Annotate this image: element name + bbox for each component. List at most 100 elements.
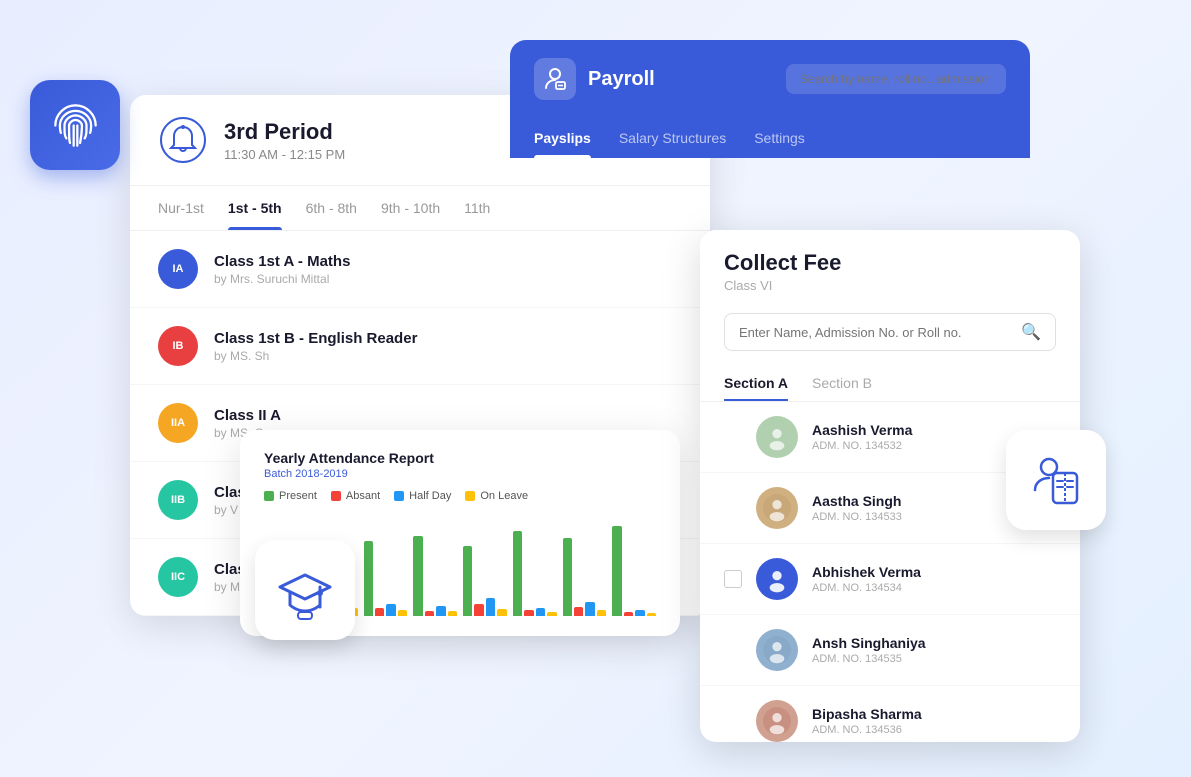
- tab-6th-8th[interactable]: 6th - 8th: [306, 186, 357, 230]
- bar-group: [513, 531, 557, 616]
- payroll-card: Payroll Payslips Salary Structures Setti…: [510, 40, 1030, 158]
- halfday-bar: [536, 608, 545, 616]
- list-item[interactable]: IB Class 1st B - English Reader by MS. S…: [130, 308, 710, 385]
- graduation-badge: [255, 540, 355, 640]
- class-badge-2c: IIC: [158, 557, 198, 597]
- student-name: Aashish Verma: [812, 422, 912, 438]
- student-adm: ADM. NO. 134533: [812, 511, 902, 523]
- fee-section-tabs: Section A Section B: [700, 365, 1080, 402]
- leave-bar: [547, 612, 556, 616]
- avatar-placeholder-icon: [763, 423, 791, 451]
- legend-leave-label: On Leave: [480, 490, 528, 502]
- chart-legend: Present Absant Half Day On Leave: [264, 490, 656, 502]
- class-badge-2b: IIB: [158, 480, 198, 520]
- student-avatar: [756, 700, 798, 742]
- leave-bar: [497, 609, 506, 616]
- list-item[interactable]: IA Class 1st A - Maths by Mrs. Suruchi M…: [130, 231, 710, 308]
- payroll-search-input[interactable]: [786, 64, 1006, 94]
- halfday-bar: [386, 604, 395, 616]
- bell-icon: [158, 115, 208, 165]
- tab-settings[interactable]: Settings: [754, 118, 805, 158]
- avatar-placeholder-icon: [763, 636, 791, 664]
- student-name: Abhishek Verma: [812, 564, 921, 580]
- halfday-bar: [436, 606, 445, 616]
- chart-title: Yearly Attendance Report: [264, 450, 656, 466]
- present-bar: [563, 538, 572, 616]
- class-badge-1b: IB: [158, 326, 198, 366]
- leave-bar: [398, 610, 407, 616]
- halfday-bar: [635, 610, 644, 616]
- class-info-1a: Class 1st A - Maths by Mrs. Suruchi Mitt…: [214, 253, 350, 286]
- list-item[interactable]: Ansh Singhaniya ADM. NO. 134535: [700, 615, 1080, 686]
- present-bar: [463, 546, 472, 616]
- legend-halfday: Half Day: [394, 490, 451, 502]
- list-item[interactable]: Abhishek Verma ADM. NO. 134534: [700, 544, 1080, 615]
- halfday-dot: [394, 491, 404, 501]
- leave-bar: [597, 610, 606, 616]
- collect-fee-subtitle: Class VI: [724, 278, 1056, 293]
- student-name: Bipasha Sharma: [812, 706, 922, 722]
- fingerprint-badge: [30, 80, 120, 170]
- tab-salary-structures[interactable]: Salary Structures: [619, 118, 726, 158]
- present-bar: [513, 531, 522, 616]
- chart-subtitle: Batch 2018-2019: [264, 468, 656, 480]
- payroll-icon-wrap: [534, 58, 576, 100]
- period-info: 3rd Period 11:30 AM - 12:15 PM: [224, 119, 345, 162]
- legend-leave: On Leave: [465, 490, 528, 502]
- grade-tabs: Nur-1st 1st - 5th 6th - 8th 9th - 10th 1…: [130, 186, 710, 231]
- student-info: Abhishek Verma ADM. NO. 134534: [812, 564, 921, 594]
- legend-absent-label: Absant: [346, 490, 380, 502]
- student-info: Ansh Singhaniya ADM. NO. 134535: [812, 635, 926, 665]
- tab-11th[interactable]: 11th: [464, 186, 490, 230]
- halfday-bar: [585, 602, 594, 616]
- leave-dot: [465, 491, 475, 501]
- student-name: Ansh Singhaniya: [812, 635, 926, 651]
- leave-bar: [448, 611, 457, 616]
- tab-nur-1st[interactable]: Nur-1st: [158, 186, 204, 230]
- student-info: Bipasha Sharma ADM. NO. 134536: [812, 706, 922, 736]
- absent-bar: [524, 610, 533, 616]
- student-info: Aastha Singh ADM. NO. 134533: [812, 493, 902, 523]
- class-info-1b: Class 1st B - English Reader by MS. Sh: [214, 330, 417, 363]
- legend-present-label: Present: [279, 490, 317, 502]
- tab-payslips[interactable]: Payslips: [534, 118, 591, 158]
- payroll-tabs: Payslips Salary Structures Settings: [510, 118, 1030, 158]
- payroll-header: Payroll: [510, 40, 1030, 118]
- halfday-bar: [486, 598, 495, 616]
- student-checkbox[interactable]: [724, 570, 742, 588]
- bar-group: [612, 526, 656, 616]
- search-icon: 🔍: [1021, 322, 1041, 342]
- bar-group: [364, 541, 408, 616]
- class-name: Class 1st A - Maths: [214, 253, 350, 270]
- payroll-icon: [542, 66, 568, 92]
- tab-section-b[interactable]: Section B: [812, 365, 872, 401]
- avatar-placeholder-icon: [763, 707, 791, 735]
- reader-icon: [1021, 445, 1091, 515]
- fee-search-bar[interactable]: 🔍: [724, 313, 1056, 351]
- leave-bar: [647, 613, 656, 616]
- tab-section-a[interactable]: Section A: [724, 365, 788, 401]
- tab-1st-5th[interactable]: 1st - 5th: [228, 186, 282, 230]
- class-teacher: by Mrs. Suruchi Mittal: [214, 272, 350, 286]
- bar-group: [463, 546, 507, 616]
- graduation-cap-icon: [270, 555, 340, 625]
- absent-bar: [474, 604, 483, 616]
- tab-9th-10th[interactable]: 9th - 10th: [381, 186, 440, 230]
- student-avatar: [756, 416, 798, 458]
- student-avatar: [756, 629, 798, 671]
- student-adm: ADM. NO. 134532: [812, 440, 912, 452]
- student-avatar: [756, 487, 798, 529]
- list-item[interactable]: Bipasha Sharma ADM. NO. 134536: [700, 686, 1080, 742]
- legend-halfday-label: Half Day: [409, 490, 451, 502]
- student-info: Aashish Verma ADM. NO. 134532: [812, 422, 912, 452]
- present-dot: [264, 491, 274, 501]
- fee-search-input[interactable]: [739, 325, 1013, 340]
- present-bar: [364, 541, 373, 616]
- present-bar: [413, 536, 422, 616]
- class-name: Class II A: [214, 407, 281, 424]
- reader-badge: [1006, 430, 1106, 530]
- collect-fee-title: Collect Fee: [724, 250, 1056, 276]
- absent-bar: [624, 612, 633, 616]
- absent-dot: [331, 491, 341, 501]
- absent-bar: [574, 607, 583, 616]
